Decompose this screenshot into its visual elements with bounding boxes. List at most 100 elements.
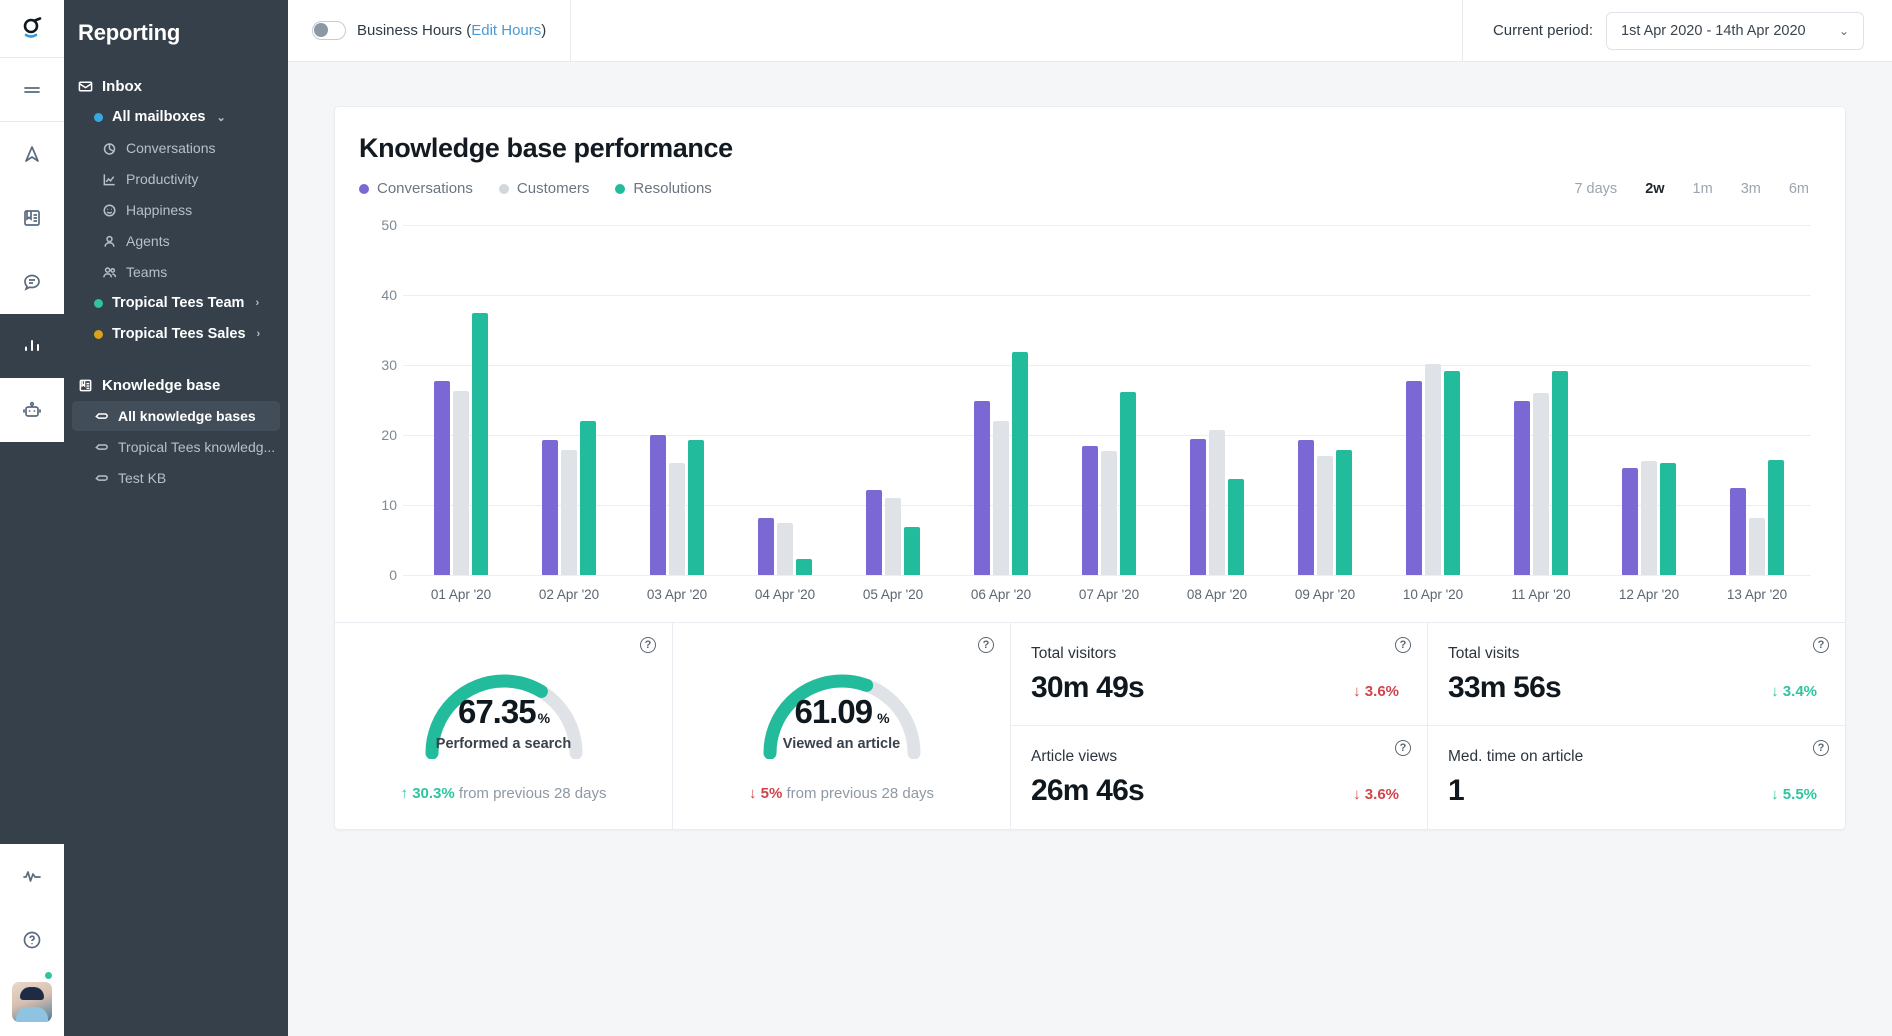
bar-resolutions[interactable] xyxy=(472,312,488,575)
bar-conversations[interactable] xyxy=(434,381,450,575)
range-selector[interactable]: 7 days 2w 1m 3m 6m xyxy=(1574,181,1821,197)
bar-group[interactable] xyxy=(515,225,623,575)
avatar[interactable] xyxy=(12,970,54,1022)
bar-conversations[interactable] xyxy=(758,518,774,575)
stat-value: 26m 46s xyxy=(1031,774,1145,807)
page-title: Knowledge base performance xyxy=(359,133,733,163)
range-option-1m[interactable]: 1m xyxy=(1693,181,1713,197)
bar-resolutions[interactable] xyxy=(580,421,596,575)
question-circle-icon[interactable]: ? xyxy=(1813,740,1829,756)
bar-customers[interactable] xyxy=(1641,460,1657,575)
bar-customers[interactable] xyxy=(669,463,685,575)
bar-conversations[interactable] xyxy=(974,401,990,575)
sidebar-item-teams[interactable]: Teams xyxy=(72,257,280,287)
sidebar-group-inbox: Inbox All mailboxes ⌄ Conversations Prod… xyxy=(64,72,288,349)
bar-group[interactable] xyxy=(1703,225,1811,575)
bar-conversations[interactable] xyxy=(650,435,666,575)
sidebar-item-agents[interactable]: Agents xyxy=(72,226,280,256)
bar-conversations[interactable] xyxy=(1514,400,1530,575)
range-option-2w[interactable]: 2w xyxy=(1645,181,1664,197)
bar-customers[interactable] xyxy=(1425,363,1441,575)
date-range-picker[interactable]: 1st Apr 2020 - 14th Apr 2020 ⌄ xyxy=(1606,11,1864,50)
bar-resolutions[interactable] xyxy=(904,527,920,575)
robot-icon[interactable] xyxy=(0,378,64,442)
bar-conversations[interactable] xyxy=(866,489,882,575)
sidebar-header-knowledge-base[interactable]: Knowledge base xyxy=(64,371,288,400)
sidebar-item-tropical-tees-team[interactable]: Tropical Tees Team › xyxy=(72,288,280,318)
range-option-3m[interactable]: 3m xyxy=(1741,181,1761,197)
bar-group[interactable] xyxy=(731,225,839,575)
bar-resolutions[interactable] xyxy=(1660,463,1676,575)
bar-group[interactable] xyxy=(1055,225,1163,575)
bar-customers[interactable] xyxy=(453,390,469,575)
bar-customers[interactable] xyxy=(885,498,901,575)
bar-conversations[interactable] xyxy=(1730,488,1746,575)
sidebar-item-tropical-tees-knowledge[interactable]: Tropical Tees knowledg... xyxy=(72,432,280,462)
bar-customers[interactable] xyxy=(1209,430,1225,575)
question-circle-icon[interactable]: ? xyxy=(978,637,994,653)
bar-resolutions[interactable] xyxy=(1552,371,1568,575)
bar-resolutions[interactable] xyxy=(1012,352,1028,575)
edit-hours-link[interactable]: Edit Hours xyxy=(471,22,541,39)
bar-group[interactable] xyxy=(947,225,1055,575)
topbar-spacer xyxy=(571,0,1463,62)
bar-group[interactable] xyxy=(1379,225,1487,575)
question-circle-icon[interactable]: ? xyxy=(1395,637,1411,653)
bar-group[interactable] xyxy=(1487,225,1595,575)
bar-group[interactable] xyxy=(1595,225,1703,575)
bar-conversations[interactable] xyxy=(1190,439,1206,575)
rail-bottom-group xyxy=(0,844,64,1036)
sidebar-item-all-knowledge-bases[interactable]: All knowledge bases xyxy=(72,401,280,431)
business-hours-toggle[interactable] xyxy=(312,21,346,40)
question-circle-icon[interactable]: ? xyxy=(640,637,656,653)
bar-group[interactable] xyxy=(623,225,731,575)
hamburger-icon[interactable] xyxy=(0,58,64,122)
question-circle-icon[interactable] xyxy=(0,908,64,972)
bar-customers[interactable] xyxy=(561,450,577,575)
sidebar-item-productivity[interactable]: Productivity xyxy=(72,164,280,194)
bar-customers[interactable] xyxy=(1317,456,1333,575)
pulse-icon[interactable] xyxy=(0,844,64,908)
bar-chart-icon[interactable] xyxy=(0,314,64,378)
sidebar-item-test-kb[interactable]: Test KB xyxy=(72,463,280,493)
chat-bubble-icon[interactable] xyxy=(0,250,64,314)
sidebar-item-all-mailboxes[interactable]: All mailboxes ⌄ xyxy=(72,102,280,132)
bar-conversations[interactable] xyxy=(1298,439,1314,575)
bar-group[interactable] xyxy=(407,225,515,575)
bar-resolutions[interactable] xyxy=(1228,479,1244,575)
bar-conversations[interactable] xyxy=(1622,467,1638,575)
question-circle-icon[interactable]: ? xyxy=(1813,637,1829,653)
bar-group[interactable] xyxy=(839,225,947,575)
range-option-6m[interactable]: 6m xyxy=(1789,181,1809,197)
bar-resolutions[interactable] xyxy=(1768,459,1784,575)
line-chart-icon xyxy=(102,172,117,187)
bar-resolutions[interactable] xyxy=(1336,450,1352,575)
bar-customers[interactable] xyxy=(1533,393,1549,575)
bar-customers[interactable] xyxy=(777,522,793,575)
bar-resolutions[interactable] xyxy=(796,558,812,575)
book-icon[interactable] xyxy=(0,186,64,250)
bar-resolutions[interactable] xyxy=(1444,370,1460,575)
gridline xyxy=(403,575,1811,576)
legend-item-resolutions[interactable]: Resolutions xyxy=(615,180,712,197)
bar-group[interactable] xyxy=(1163,225,1271,575)
navigate-icon[interactable] xyxy=(0,122,64,186)
legend-item-conversations[interactable]: Conversations xyxy=(359,180,473,197)
question-circle-icon[interactable]: ? xyxy=(1395,740,1411,756)
bar-conversations[interactable] xyxy=(1082,446,1098,575)
sidebar-item-conversations[interactable]: Conversations xyxy=(72,133,280,163)
bar-resolutions[interactable] xyxy=(1120,391,1136,575)
bar-conversations[interactable] xyxy=(542,439,558,575)
sidebar-item-happiness[interactable]: Happiness xyxy=(72,195,280,225)
bar-customers[interactable] xyxy=(1749,517,1765,575)
sidebar-item-tropical-tees-sales[interactable]: Tropical Tees Sales › xyxy=(72,319,280,349)
helpscout-logo-icon[interactable] xyxy=(0,0,64,58)
sidebar-header-inbox[interactable]: Inbox xyxy=(64,72,288,101)
bar-conversations[interactable] xyxy=(1406,381,1422,575)
bar-resolutions[interactable] xyxy=(688,439,704,575)
legend-item-customers[interactable]: Customers xyxy=(498,180,589,197)
bar-customers[interactable] xyxy=(993,421,1009,575)
bar-customers[interactable] xyxy=(1101,451,1117,575)
bar-group[interactable] xyxy=(1271,225,1379,575)
range-option-7-days[interactable]: 7 days xyxy=(1574,181,1617,197)
